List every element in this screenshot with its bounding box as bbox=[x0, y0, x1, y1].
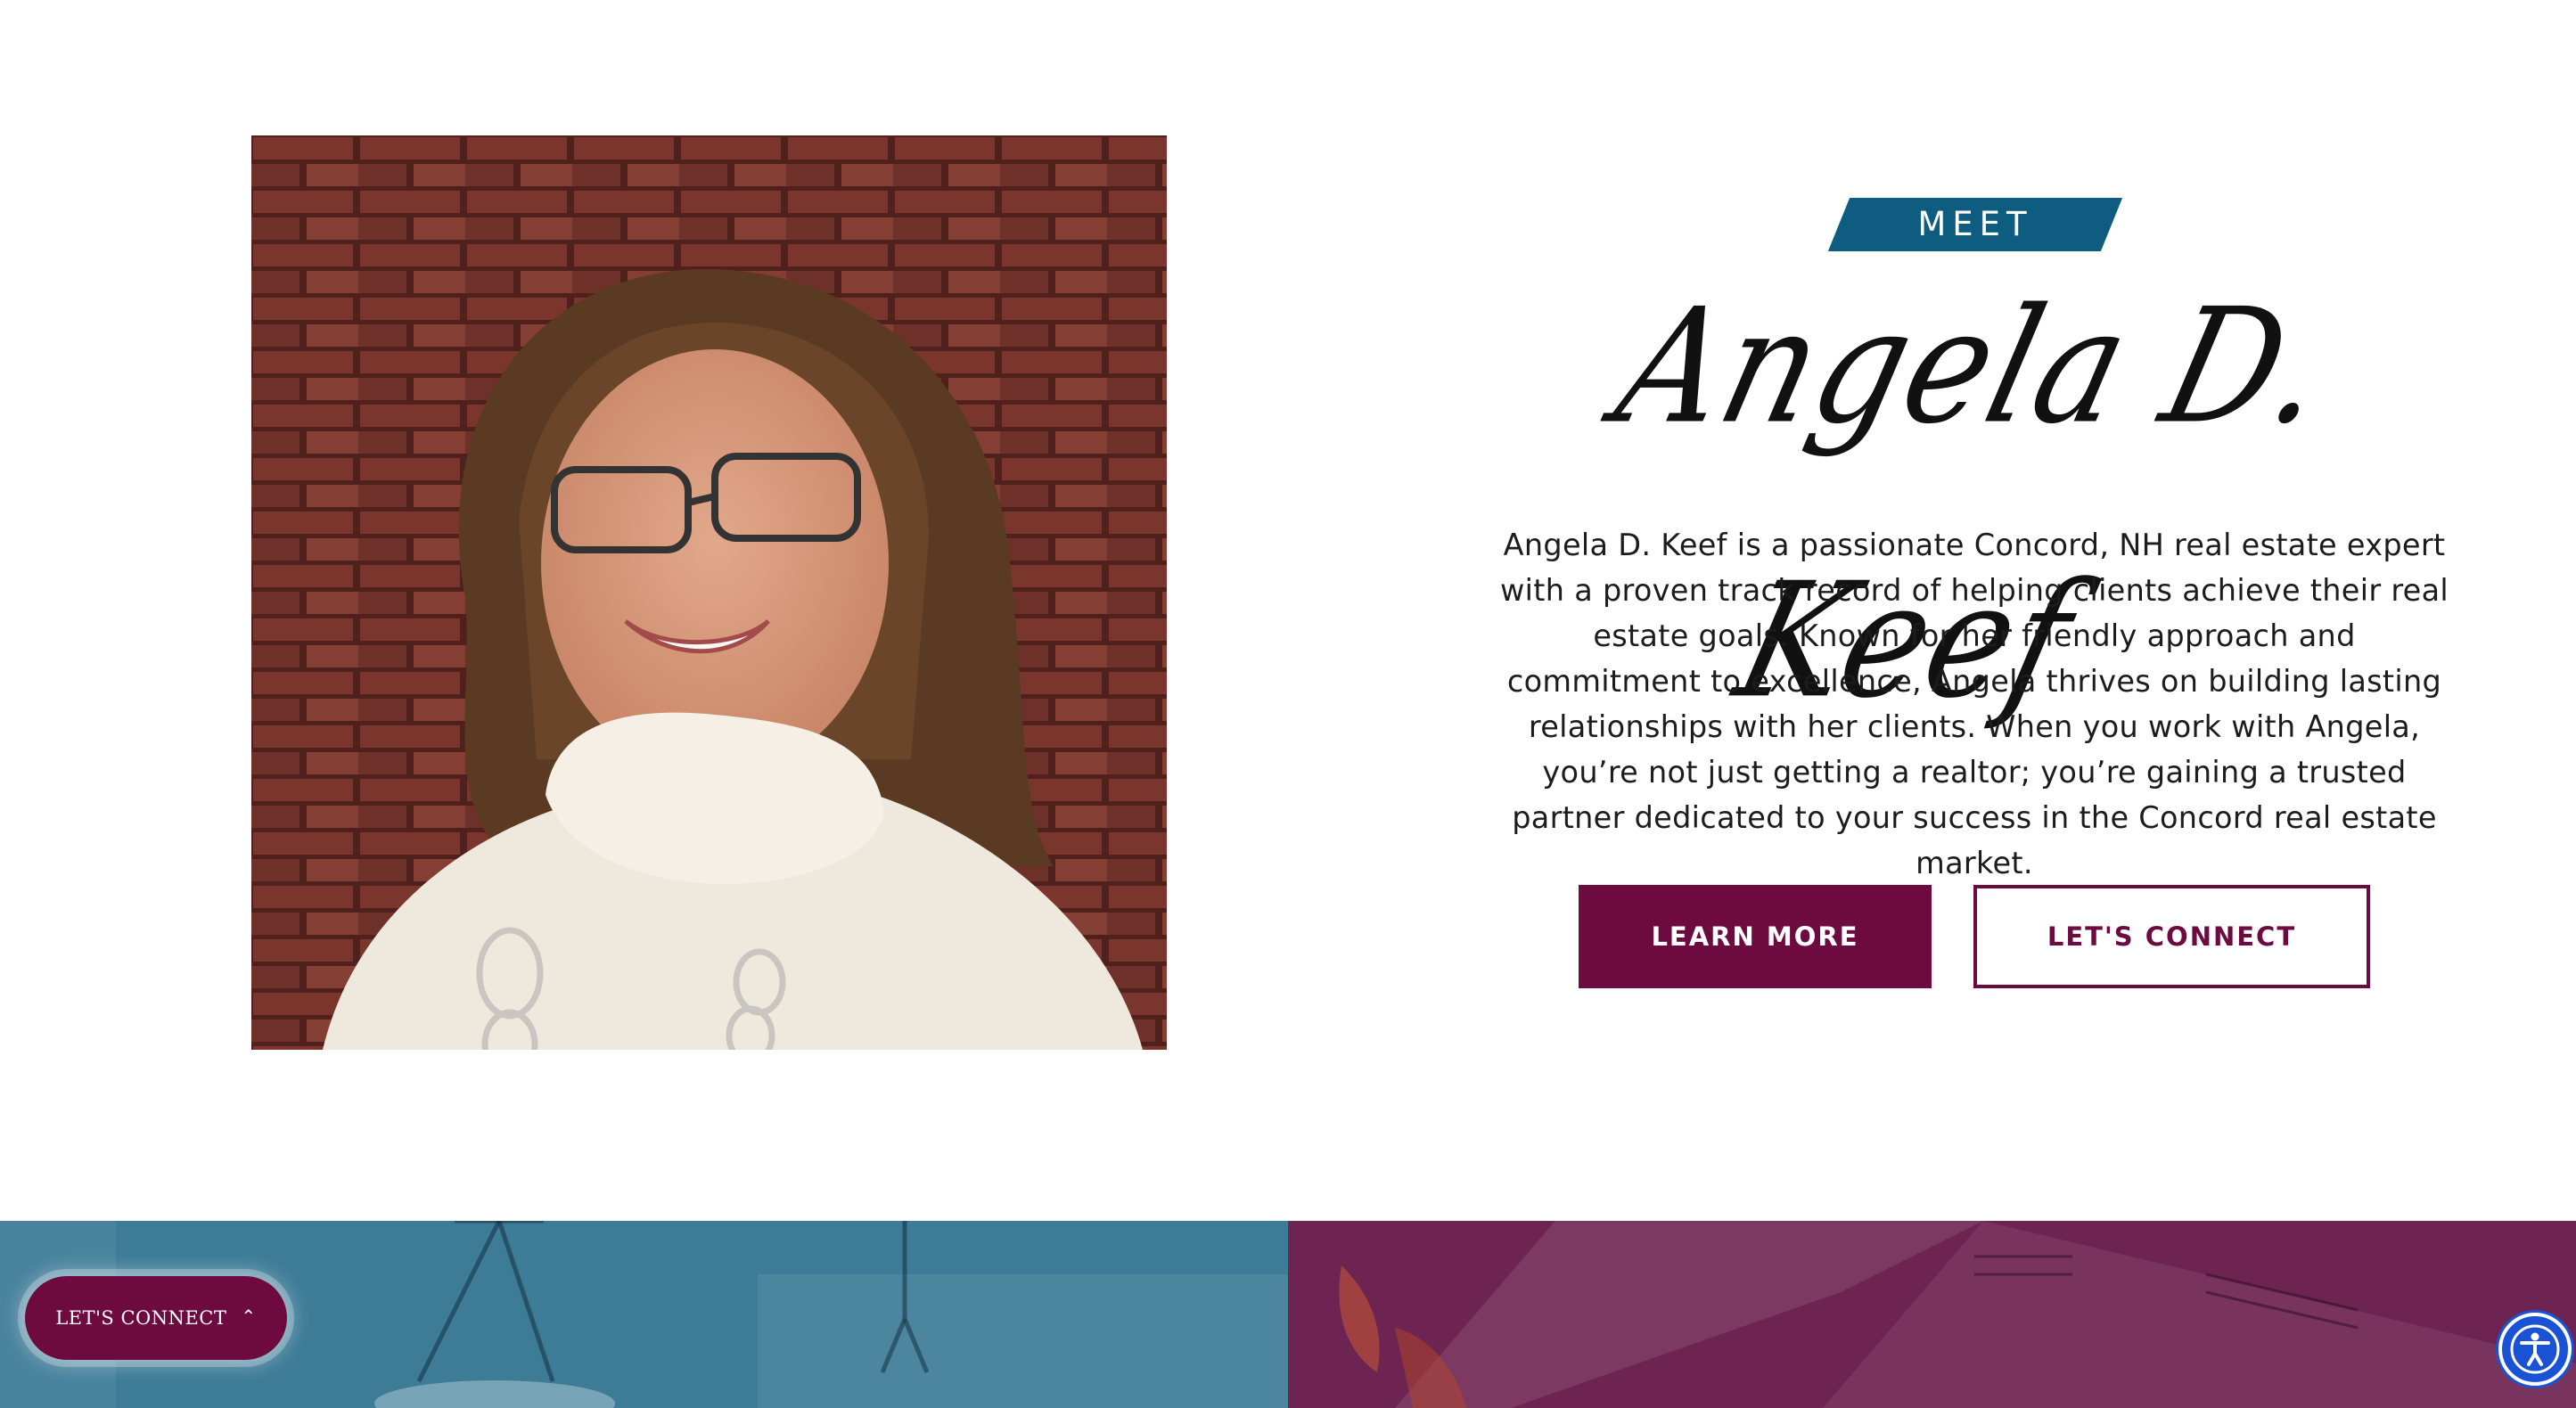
burgundy-image-band bbox=[1288, 1221, 2576, 1408]
agent-portrait-photo bbox=[251, 135, 1167, 1050]
learn-more-button[interactable]: LEARN MORE bbox=[1579, 885, 1932, 988]
agent-bio: Angela D. Keef is a passionate Concord, … bbox=[1499, 528, 2449, 880]
agent-name-signature: Angela D. Keef bbox=[1601, 274, 2348, 733]
house-exterior-image bbox=[1339, 1221, 2576, 1408]
floating-connect-label: LET'S CONNECT bbox=[55, 1307, 227, 1329]
accessibility-button[interactable] bbox=[2498, 1313, 2572, 1386]
floating-connect-button[interactable]: LET'S CONNECT ⌃ bbox=[25, 1276, 287, 1360]
chevron-up-icon: ⌃ bbox=[241, 1306, 257, 1327]
lets-connect-button[interactable]: LET'S CONNECT bbox=[1973, 885, 2370, 988]
accessibility-icon bbox=[2510, 1324, 2560, 1374]
portrait-image bbox=[251, 135, 1167, 1050]
